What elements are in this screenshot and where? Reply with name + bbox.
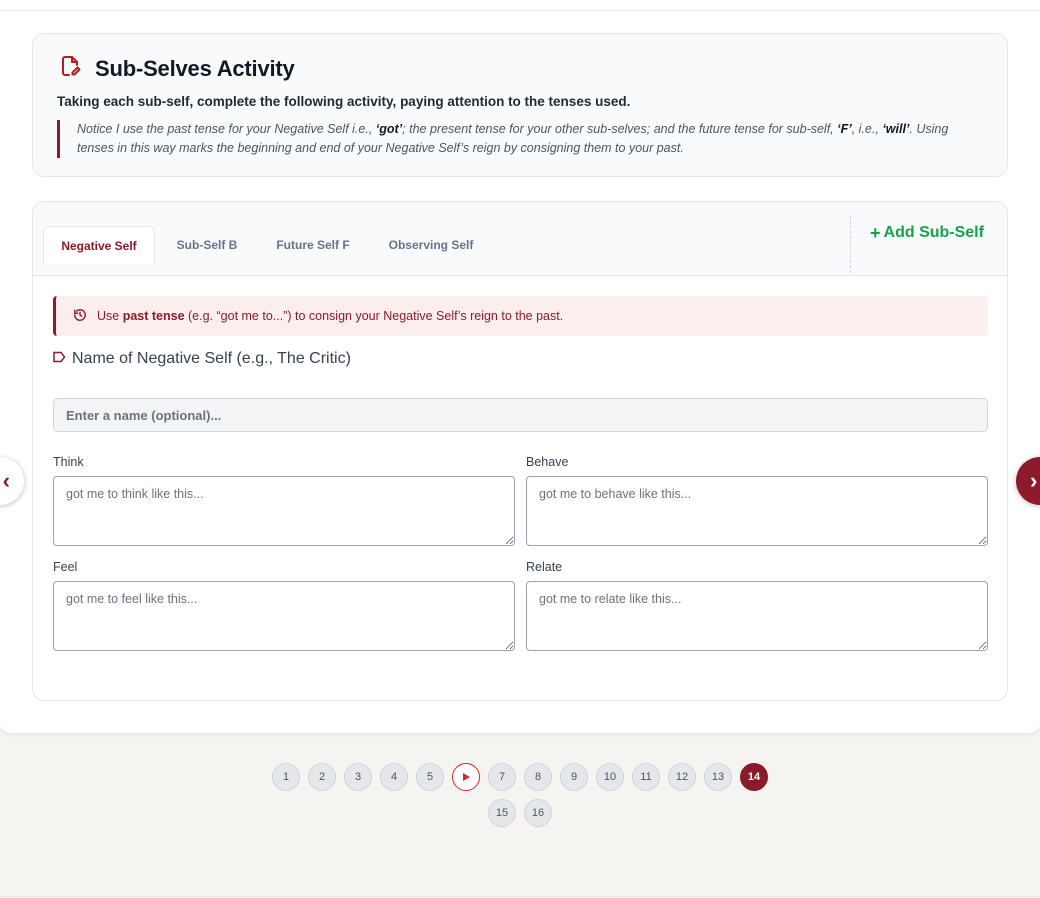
page-button-3[interactable]: 3 xyxy=(344,763,372,791)
tab-sub-self-b[interactable]: Sub-Self B xyxy=(166,226,248,263)
top-bar xyxy=(0,0,1040,11)
think-label: Think xyxy=(53,455,84,469)
page-button-7[interactable]: 7 xyxy=(488,763,516,791)
page-button-16[interactable]: 16 xyxy=(524,799,552,827)
history-icon xyxy=(73,308,87,325)
tab-bar: Negative Self Sub-Self B Future Self F O… xyxy=(33,202,1007,276)
page-button-15[interactable]: 15 xyxy=(488,799,516,827)
feel-textarea[interactable] xyxy=(53,581,515,651)
sub-self-panel: Negative Self Sub-Self B Future Self F O… xyxy=(32,201,1008,701)
page-button-9[interactable]: 9 xyxy=(560,763,588,791)
title-row: Sub-Selves Activity xyxy=(59,54,295,83)
feel-label: Feel xyxy=(53,560,78,574)
relate-textarea[interactable] xyxy=(526,581,988,651)
page-button-10[interactable]: 10 xyxy=(596,763,624,791)
tab-negative-self[interactable]: Negative Self xyxy=(43,226,155,264)
page-button-14[interactable]: 14 xyxy=(740,763,768,791)
tab-observing-self[interactable]: Observing Self xyxy=(377,226,485,263)
play-icon xyxy=(463,773,470,781)
page-button-2[interactable]: 2 xyxy=(308,763,336,791)
add-sub-self-button[interactable]: + Add Sub-Self xyxy=(870,224,984,242)
page-button-1[interactable]: 1 xyxy=(272,763,300,791)
page-button-8[interactable]: 8 xyxy=(524,763,552,791)
tag-icon xyxy=(53,350,66,368)
add-sub-self-label: Add Sub-Self xyxy=(883,224,984,241)
tense-note: Notice I use the past tense for your Neg… xyxy=(57,120,987,158)
name-label: Name of Negative Self (e.g., The Critic) xyxy=(53,350,351,368)
page-button-4[interactable]: 4 xyxy=(380,763,408,791)
tab-future-self-f[interactable]: Future Self F xyxy=(265,226,361,263)
chevron-left-icon: ‹ xyxy=(2,468,10,493)
behave-textarea[interactable] xyxy=(526,476,988,546)
page-button-11[interactable]: 11 xyxy=(632,763,660,791)
plus-icon: + xyxy=(870,223,881,243)
footer-divider xyxy=(0,896,1040,897)
chevron-right-icon: › xyxy=(1030,468,1038,493)
edit-document-icon xyxy=(59,54,83,83)
page-button-5[interactable]: 5 xyxy=(416,763,444,791)
activity-intro: Sub-Selves Activity Taking each sub-self… xyxy=(32,33,1008,177)
page-button-6[interactable] xyxy=(452,763,480,791)
page-button-12[interactable]: 12 xyxy=(668,763,696,791)
relate-label: Relate xyxy=(526,560,563,574)
alert-text: Use past tense (e.g. “got me to...”) to … xyxy=(97,309,564,323)
add-section: + Add Sub-Self xyxy=(850,216,1007,273)
instructions: Taking each sub-self, complete the follo… xyxy=(57,94,631,109)
think-textarea[interactable] xyxy=(53,476,515,546)
page-title: Sub-Selves Activity xyxy=(95,55,295,81)
name-label-text: Name of Negative Self (e.g., The Critic) xyxy=(72,350,351,367)
sub-self-name-input[interactable] xyxy=(53,398,988,432)
tense-alert: Use past tense (e.g. “got me to...”) to … xyxy=(53,296,988,336)
behave-label: Behave xyxy=(526,455,569,469)
page-button-13[interactable]: 13 xyxy=(704,763,732,791)
